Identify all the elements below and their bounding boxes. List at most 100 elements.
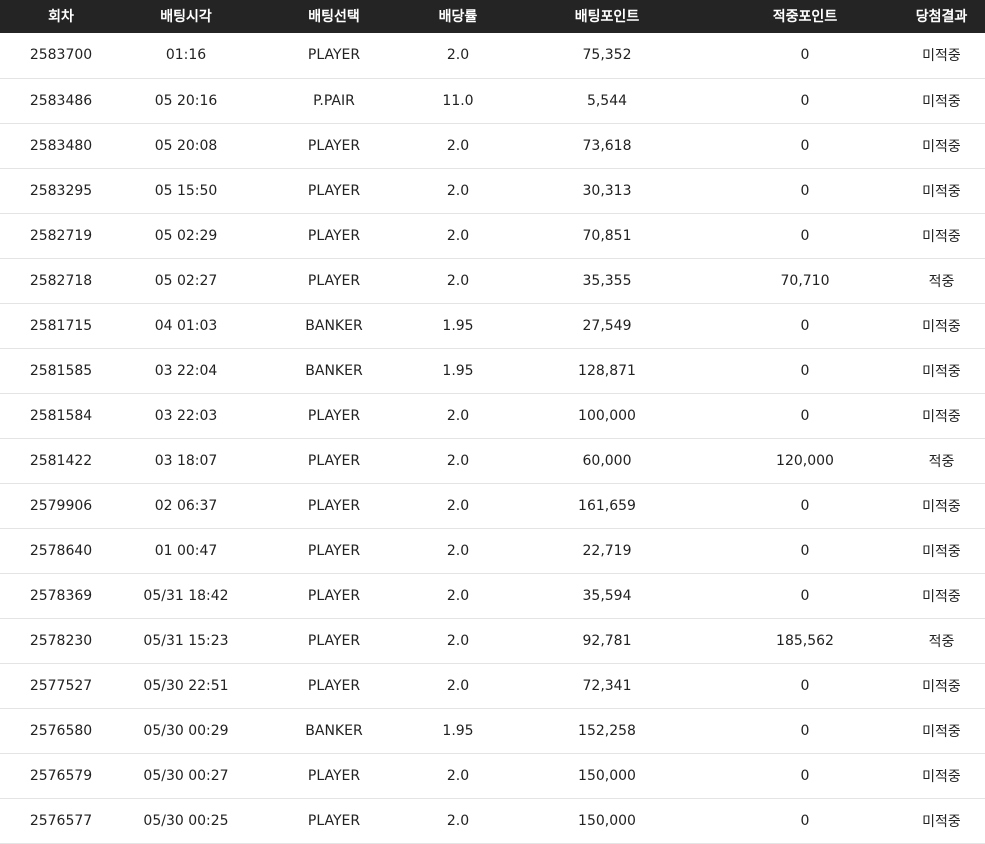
cell-odds: 2.0 (414, 33, 502, 79)
table-row: 2581422 03 18:07 PLAYER 2.0 60,000 120,0… (0, 438, 985, 484)
cell-time: 02 06:37 (118, 483, 254, 529)
cell-odds: 2.0 (414, 483, 502, 529)
cell-odds: 2.0 (414, 753, 502, 799)
cell-result: 미적중 (898, 123, 985, 169)
cell-odds: 2.0 (414, 123, 502, 169)
cell-win-points: 0 (712, 708, 898, 754)
cell-time: 03 22:03 (118, 393, 254, 439)
cell-result: 미적중 (898, 33, 985, 79)
cell-result: 미적중 (898, 753, 985, 799)
table-row: 2583700 01:16 PLAYER 2.0 75,352 0 미적중 (0, 33, 985, 79)
cell-choice: PLAYER (254, 528, 414, 574)
cell-bet-points: 60,000 (502, 438, 712, 484)
cell-odds: 2.0 (414, 258, 502, 304)
table-row: 2581715 04 01:03 BANKER 1.95 27,549 0 미적… (0, 303, 985, 349)
cell-round: 2583486 (0, 78, 118, 124)
cell-time: 03 22:04 (118, 348, 254, 394)
cell-win-points: 120,000 (712, 438, 898, 484)
cell-win-points: 0 (712, 798, 898, 844)
cell-round: 2581585 (0, 348, 118, 394)
cell-result: 미적중 (898, 483, 985, 529)
cell-round: 2578640 (0, 528, 118, 574)
cell-win-points: 0 (712, 483, 898, 529)
table-row: 2576580 05/30 00:29 BANKER 1.95 152,258 … (0, 708, 985, 754)
table-row: 2578230 05/31 15:23 PLAYER 2.0 92,781 18… (0, 618, 985, 664)
cell-result: 미적중 (898, 798, 985, 844)
cell-bet-points: 128,871 (502, 348, 712, 394)
cell-result: 미적중 (898, 78, 985, 124)
cell-choice: PLAYER (254, 33, 414, 79)
cell-choice: PLAYER (254, 438, 414, 484)
table-row: 2583486 05 20:16 P.PAIR 11.0 5,544 0 미적중 (0, 78, 985, 124)
table-header-row: 회차 배팅시각 배팅선택 배당률 배팅포인트 적중포인트 당첨결과 (0, 0, 985, 33)
table-row: 2576577 05/30 00:25 PLAYER 2.0 150,000 0… (0, 798, 985, 844)
cell-time: 05 15:50 (118, 168, 254, 214)
cell-odds: 1.95 (414, 303, 502, 349)
cell-bet-points: 27,549 (502, 303, 712, 349)
table-row: 2583295 05 15:50 PLAYER 2.0 30,313 0 미적중 (0, 168, 985, 214)
cell-time: 05/30 00:29 (118, 708, 254, 754)
cell-win-points: 0 (712, 33, 898, 79)
table-row: 2582718 05 02:27 PLAYER 2.0 35,355 70,71… (0, 258, 985, 304)
cell-bet-points: 72,341 (502, 663, 712, 709)
header-result: 당첨결과 (915, 8, 968, 25)
cell-odds: 1.95 (414, 708, 502, 754)
cell-round: 2576580 (0, 708, 118, 754)
cell-result: 미적중 (898, 393, 985, 439)
cell-choice: BANKER (254, 348, 414, 394)
cell-odds: 2.0 (414, 663, 502, 709)
table-row: 2582719 05 02:29 PLAYER 2.0 70,851 0 미적중 (0, 213, 985, 259)
cell-result: 미적중 (898, 303, 985, 349)
cell-time: 04 01:03 (118, 303, 254, 349)
cell-choice: BANKER (254, 303, 414, 349)
cell-win-points: 0 (712, 528, 898, 574)
cell-choice: PLAYER (254, 483, 414, 529)
header-bet-points: 배팅포인트 (574, 8, 640, 25)
cell-odds: 2.0 (414, 393, 502, 439)
cell-bet-points: 150,000 (502, 798, 712, 844)
cell-bet-points: 70,851 (502, 213, 712, 259)
cell-choice: PLAYER (254, 573, 414, 619)
cell-result: 적중 (898, 438, 985, 484)
cell-round: 2581422 (0, 438, 118, 484)
cell-choice: BANKER (254, 708, 414, 754)
table-row: 2578640 01 00:47 PLAYER 2.0 22,719 0 미적중 (0, 528, 985, 574)
cell-choice: PLAYER (254, 168, 414, 214)
cell-odds: 2.0 (414, 618, 502, 664)
cell-round: 2581584 (0, 393, 118, 439)
cell-round: 2582719 (0, 213, 118, 259)
cell-result: 미적중 (898, 348, 985, 394)
cell-bet-points: 75,352 (502, 33, 712, 79)
header-choice: 배팅선택 (308, 8, 360, 25)
cell-time: 05 02:29 (118, 213, 254, 259)
cell-choice: P.PAIR (254, 78, 414, 124)
cell-time: 05 20:08 (118, 123, 254, 169)
cell-round: 2578369 (0, 573, 118, 619)
cell-round: 2576579 (0, 753, 118, 799)
table-row: 2579906 02 06:37 PLAYER 2.0 161,659 0 미적… (0, 483, 985, 529)
cell-time: 01 00:47 (118, 528, 254, 574)
cell-odds: 2.0 (414, 798, 502, 844)
header-time: 배팅시각 (160, 8, 212, 25)
cell-bet-points: 100,000 (502, 393, 712, 439)
cell-time: 05/31 18:42 (118, 573, 254, 619)
cell-time: 05/30 22:51 (118, 663, 254, 709)
cell-choice: PLAYER (254, 753, 414, 799)
table-body: 2583700 01:16 PLAYER 2.0 75,352 0 미적중 25… (0, 33, 985, 844)
cell-odds: 2.0 (414, 438, 502, 484)
cell-result: 미적중 (898, 213, 985, 259)
betting-history-page: 회차 배팅시각 배팅선택 배당률 배팅포인트 적중포인트 당첨결과 258370… (0, 0, 985, 844)
cell-time: 05/30 00:25 (118, 798, 254, 844)
cell-bet-points: 161,659 (502, 483, 712, 529)
cell-time: 05/31 15:23 (118, 618, 254, 664)
cell-choice: PLAYER (254, 618, 414, 664)
cell-bet-points: 73,618 (502, 123, 712, 169)
cell-result: 미적중 (898, 663, 985, 709)
cell-bet-points: 35,594 (502, 573, 712, 619)
header-round: 회차 (48, 8, 74, 25)
cell-result: 미적중 (898, 528, 985, 574)
cell-round: 2578230 (0, 618, 118, 664)
cell-choice: PLAYER (254, 798, 414, 844)
cell-odds: 2.0 (414, 213, 502, 259)
table-header: 회차 배팅시각 배팅선택 배당률 배팅포인트 적중포인트 당첨결과 (0, 0, 985, 33)
